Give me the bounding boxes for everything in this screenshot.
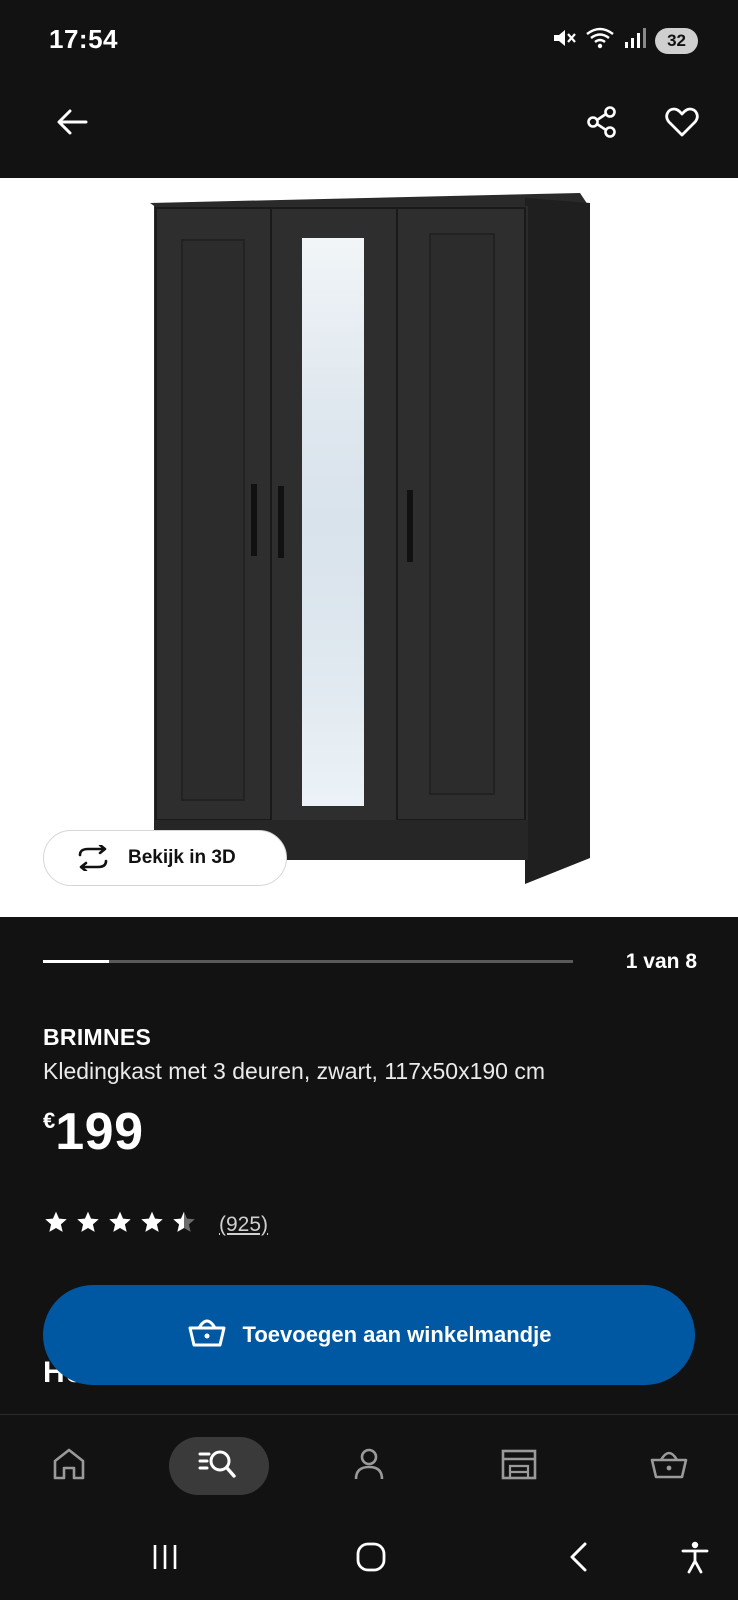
add-to-cart-label: Toevoegen aan winkelmandje bbox=[242, 1322, 552, 1347]
heart-icon bbox=[665, 106, 699, 143]
pager-label: 1 van 8 bbox=[625, 950, 697, 973]
chevron-left-icon bbox=[567, 1541, 591, 1578]
accessibility-button[interactable] bbox=[665, 1536, 725, 1582]
share-button[interactable] bbox=[576, 98, 628, 150]
nav-home[interactable] bbox=[19, 1437, 119, 1495]
product-name: BRIMNES bbox=[43, 1024, 152, 1050]
search-icon bbox=[198, 1447, 240, 1486]
star-rating bbox=[43, 1210, 197, 1239]
star-icon bbox=[75, 1210, 101, 1239]
add-to-cart-button[interactable]: Toevoegen aan winkelmandje bbox=[43, 1285, 695, 1385]
profile-icon bbox=[352, 1447, 386, 1486]
view-3d-button[interactable]: Bekijk in 3D bbox=[43, 830, 287, 886]
battery-icon: 32 bbox=[655, 27, 698, 54]
review-count-link[interactable]: (925) bbox=[219, 1213, 268, 1237]
bottom-navigation bbox=[0, 1414, 738, 1519]
gallery-pager: 1 van 8 bbox=[43, 950, 697, 974]
home-system-button[interactable] bbox=[341, 1536, 401, 1582]
back-arrow-icon bbox=[55, 107, 89, 142]
star-icon bbox=[43, 1210, 69, 1239]
nav-profile[interactable] bbox=[319, 1437, 419, 1495]
accessibility-icon bbox=[680, 1540, 710, 1579]
star-icon bbox=[139, 1210, 165, 1239]
view-3d-label: Bekijk in 3D bbox=[128, 847, 236, 868]
product-description: Kledingkast met 3 deuren, zwart, 117x50x… bbox=[43, 1058, 546, 1084]
home-icon bbox=[51, 1447, 87, 1486]
share-icon bbox=[585, 105, 619, 144]
recent-apps-button[interactable] bbox=[135, 1536, 195, 1582]
product-price: €199 bbox=[43, 1102, 144, 1162]
signal-icon bbox=[623, 26, 647, 55]
price-amount: 199 bbox=[55, 1103, 144, 1161]
status-icons: 32 bbox=[551, 26, 698, 55]
back-system-button[interactable] bbox=[549, 1536, 609, 1582]
basket-icon bbox=[187, 1316, 227, 1354]
star-icon bbox=[107, 1210, 133, 1239]
favorite-button[interactable] bbox=[656, 98, 708, 150]
star-icon bbox=[171, 1210, 197, 1239]
wifi-icon bbox=[585, 26, 615, 55]
top-app-bar bbox=[0, 84, 738, 178]
store-icon bbox=[500, 1447, 538, 1486]
pager-progress bbox=[43, 960, 110, 963]
product-image[interactable]: Bekijk in 3D bbox=[0, 178, 738, 917]
back-button[interactable] bbox=[46, 98, 98, 150]
nav-store[interactable] bbox=[469, 1437, 569, 1495]
status-time: 17:54 bbox=[49, 24, 118, 54]
mute-icon bbox=[551, 26, 577, 55]
basket-icon bbox=[649, 1448, 689, 1485]
nav-search[interactable] bbox=[169, 1437, 269, 1495]
pager-track bbox=[43, 960, 573, 963]
price-currency: € bbox=[43, 1108, 56, 1133]
recent-apps-icon bbox=[150, 1543, 180, 1576]
rotate-3d-icon bbox=[74, 845, 112, 871]
nav-basket[interactable] bbox=[619, 1437, 719, 1495]
status-bar: 17:54 32 bbox=[0, 0, 738, 84]
system-navigation-bar bbox=[0, 1518, 738, 1600]
product-rating[interactable]: (925) bbox=[43, 1210, 268, 1239]
home-circle-icon bbox=[355, 1541, 387, 1578]
wardrobe-image bbox=[150, 193, 590, 884]
